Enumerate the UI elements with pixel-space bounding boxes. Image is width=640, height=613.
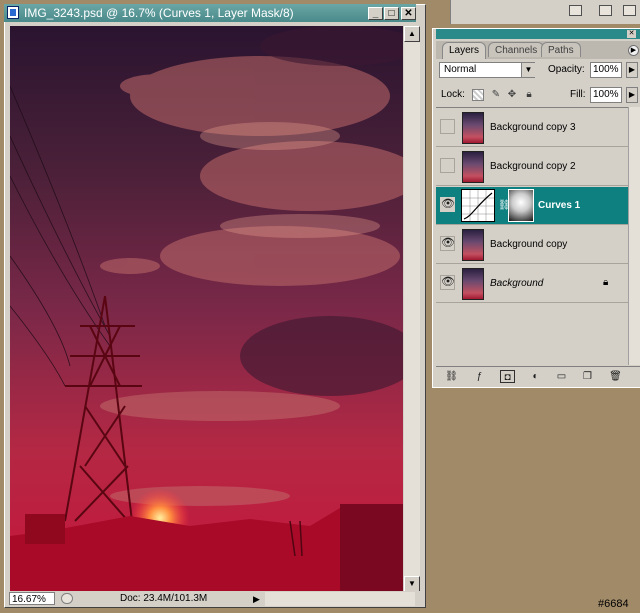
canvas-vertical-scrollbar[interactable]: ▲ ▼	[404, 26, 420, 592]
layer-thumbnail	[462, 268, 484, 300]
layer-row[interactable]: 👁︎ Background 🔒︎	[436, 265, 628, 303]
fill-field[interactable]: 100%	[590, 87, 622, 103]
palette-close-icon[interactable]: ✕	[627, 30, 636, 38]
layer-list-scrollbar[interactable]	[628, 107, 640, 365]
link-chain-icon[interactable]: ⛓︎	[498, 199, 511, 212]
layer-row[interactable]: Background copy 3	[436, 109, 628, 147]
opacity-label: Opacity:	[548, 64, 585, 75]
watermark-label: #6684	[598, 598, 629, 610]
lock-all-icon[interactable]: 🔒︎	[523, 89, 535, 101]
layer-thumbnail	[462, 229, 484, 261]
sunset-photo	[10, 26, 403, 592]
lock-label: Lock:	[441, 89, 465, 100]
scroll-up-button[interactable]: ▲	[404, 26, 420, 42]
layer-name: Curves 1	[538, 200, 581, 211]
layer-row[interactable]: Background copy 2	[436, 148, 628, 186]
new-group-icon[interactable]: ▭	[554, 370, 569, 383]
zoom-level-field[interactable]: 16.67%	[9, 592, 55, 605]
document-titlebar[interactable]: IMG_3243.psd @ 16.7% (Curves 1, Layer Ma…	[4, 4, 416, 22]
lock-brush-icon[interactable]: ✎	[490, 89, 502, 101]
fill-slider-arrow-icon[interactable]: ▶	[626, 87, 638, 103]
layer-row[interactable]: 👁︎ Background copy	[436, 226, 628, 264]
chevron-down-icon[interactable]: ▼	[521, 63, 535, 77]
dock-folder-icon[interactable]	[623, 5, 636, 16]
layer-name: Background copy	[490, 239, 568, 250]
layer-thumbnail	[462, 151, 484, 183]
dock-camera-icon[interactable]	[599, 5, 612, 16]
visibility-toggle[interactable]	[440, 119, 455, 134]
tab-layers[interactable]: Layers	[442, 42, 487, 59]
layer-row-selected[interactable]: 👁︎ ⛓︎ Curves 1	[436, 187, 628, 225]
lock-move-icon[interactable]: ✥	[506, 89, 518, 101]
link-layers-icon[interactable]: ⛓︎	[444, 370, 459, 383]
layer-thumbnail	[462, 112, 484, 144]
palette-menu-icon[interactable]: ▶	[628, 45, 639, 56]
photoshop-document-icon	[7, 6, 19, 19]
lock-icon: 🔒︎	[603, 277, 609, 288]
image-canvas[interactable]	[10, 26, 403, 592]
layer-name: Background	[490, 278, 544, 289]
adjustment-layer-icon[interactable]: ◐	[528, 370, 543, 383]
canvas-horizontal-scrollbar[interactable]	[265, 592, 415, 606]
eye-icon[interactable]: 👁︎	[440, 197, 455, 212]
layer-mask-thumbnail[interactable]	[508, 189, 534, 222]
tab-channels[interactable]: Channels	[488, 42, 545, 57]
trash-icon[interactable]: 🗑︎	[608, 370, 623, 383]
navigator-icon[interactable]	[61, 593, 73, 604]
layer-name: Background copy 3	[490, 122, 576, 133]
layer-name: Background copy 2	[490, 161, 576, 172]
palette-title-grip[interactable]	[436, 29, 640, 39]
document-title: IMG_3243.psd @ 16.7% (Curves 1, Layer Ma…	[24, 6, 294, 20]
visibility-toggle[interactable]	[440, 158, 455, 173]
palette-bottom-bar: ⛓︎ ƒ ◘ ◐ ▭ ❐ 🗑︎	[436, 366, 640, 387]
opacity-field[interactable]: 100%	[590, 62, 622, 78]
lock-transparency-icon[interactable]	[472, 89, 484, 101]
maximize-button[interactable]: □	[384, 7, 399, 20]
minimize-button[interactable]: _	[368, 7, 383, 20]
status-menu-arrow-icon[interactable]: ▶	[253, 593, 262, 605]
layer-mask-icon[interactable]: ◘	[500, 370, 515, 383]
tab-paths[interactable]: Paths	[541, 42, 581, 57]
document-size-info: Doc: 23.4M/101.3M	[120, 593, 208, 604]
opacity-slider-arrow-icon[interactable]: ▶	[626, 62, 638, 78]
dock-history-icon[interactable]	[569, 5, 582, 16]
layer-style-icon[interactable]: ƒ	[472, 370, 487, 383]
palette-dock	[450, 0, 640, 24]
eye-icon[interactable]: 👁︎	[440, 236, 455, 251]
status-bar: 16.67% Doc: 23.4M/101.3M ▶	[6, 591, 420, 607]
eye-icon[interactable]: 👁︎	[440, 275, 455, 290]
scroll-down-button[interactable]: ▼	[404, 576, 420, 592]
new-layer-icon[interactable]: ❐	[580, 370, 595, 383]
curves-adjustment-icon	[461, 189, 495, 222]
close-button[interactable]: ✕	[401, 7, 416, 20]
fill-label: Fill:	[570, 89, 586, 100]
